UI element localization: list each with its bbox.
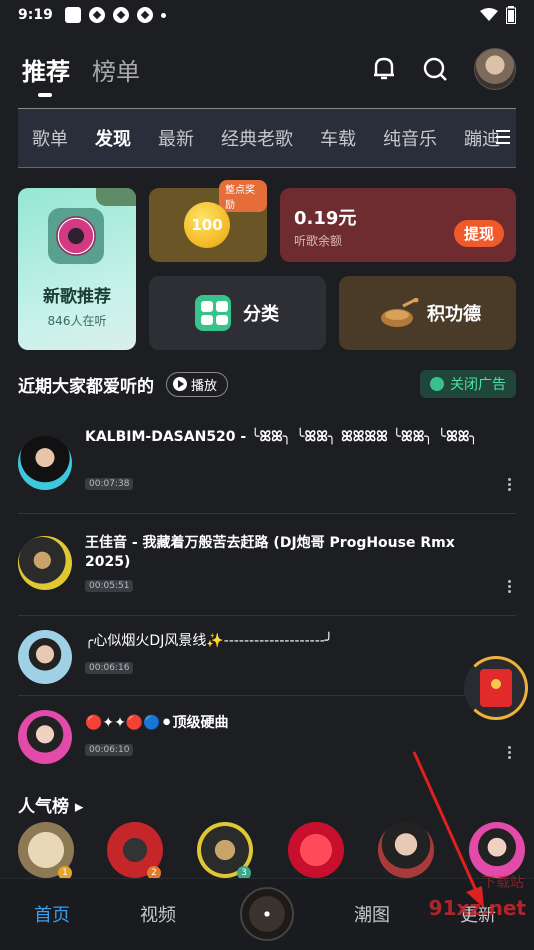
category-bar: 歌单 发现 最新 经典老歌 车载 纯音乐 蹦迪 (18, 108, 516, 168)
category-latest[interactable]: 最新 (158, 125, 194, 151)
now-playing-button[interactable] (240, 887, 294, 941)
chart-avatar[interactable] (288, 822, 344, 878)
app-notification-icon (88, 7, 105, 23)
balance-amount: 0.19元 (294, 208, 357, 229)
popular-chart-title[interactable]: 人气榜 ▸ (18, 792, 83, 817)
search-icon[interactable] (422, 56, 448, 82)
list-item[interactable]: 🔴✦✦🔴🔵⚫顶级硬曲 00:06:10 (18, 696, 516, 778)
merit-card[interactable]: 积功德 (339, 276, 516, 350)
withdraw-button[interactable]: 提现 (453, 220, 504, 247)
song-title: 王佳音 - 我藏着万般苦去赶路 (DJ炮哥 ProgHouse Rmx 2025… (85, 535, 455, 570)
category-playlist[interactable]: 歌单 (32, 125, 68, 151)
list-item[interactable]: KALBIM-DASAN520 - ╰ꕤꕤ╮ ╰ꕤꕤ╮ ꕤꕤꕤꕤ ╰ꕤꕤ╮ ╰ꕤ… (18, 412, 516, 514)
coin-reward-card[interactable]: 整点奖励 100 (149, 180, 267, 262)
popular-chart-row: 1 2 3 (18, 822, 534, 880)
reward-badge: 整点奖励 (219, 180, 267, 212)
new-songs-title: 新歌推荐 (43, 287, 111, 307)
nav-video[interactable]: 视频 (140, 901, 176, 927)
category-label: 分类 (243, 304, 279, 325)
more-notifications-icon (160, 12, 166, 18)
chart-avatar[interactable] (469, 822, 525, 878)
close-ad-button[interactable]: 关闭广告 (420, 370, 516, 398)
tab-recommend[interactable]: 推荐 (22, 52, 70, 97)
more-icon[interactable] (508, 478, 512, 493)
coin-value: 100 (191, 216, 223, 234)
category-discover[interactable]: 发现 (95, 125, 131, 151)
more-icon[interactable] (508, 746, 512, 761)
chart-avatar[interactable]: 1 (18, 822, 74, 880)
list-item[interactable]: ╭心似烟火DJ风景线✨--------------------╯ 00:06:1… (18, 616, 516, 696)
merit-label: 积功德 (427, 304, 481, 325)
record-icon (48, 208, 104, 264)
song-cover (18, 536, 72, 590)
song-title: KALBIM-DASAN520 - ╰ꕤꕤ╮ ╰ꕤꕤ╮ ꕤꕤꕤꕤ ╰ꕤꕤ╮ ╰ꕤ… (85, 429, 478, 445)
song-title: ╭心似烟火DJ风景线✨--------------------╯ (85, 633, 334, 649)
status-time: 9:19 (18, 7, 53, 23)
watermark: 91xz.net (428, 896, 526, 920)
song-list: KALBIM-DASAN520 - ╰ꕤꕤ╮ ╰ꕤꕤ╮ ꕤꕤꕤꕤ ╰ꕤꕤ╮ ╰ꕤ… (18, 412, 516, 778)
app-notification-icon (112, 7, 129, 23)
song-title: 🔴✦✦🔴🔵⚫顶级硬曲 (85, 715, 229, 731)
close-ad-label: 关闭广告 (450, 377, 506, 393)
category-classic[interactable]: 经典老歌 (221, 125, 293, 151)
bell-icon[interactable] (372, 56, 396, 82)
song-duration: 00:05:51 (85, 580, 134, 592)
menu-icon[interactable] (496, 130, 510, 148)
grid-icon (195, 295, 231, 331)
coin-icon: 100 (184, 202, 230, 248)
category-dance[interactable]: 蹦迪 (464, 125, 500, 151)
category-card[interactable]: 分类 (149, 276, 326, 350)
tab-charts[interactable]: 榜单 (92, 52, 140, 87)
nav-trend-images[interactable]: 潮图 (354, 901, 390, 927)
wooden-fish-icon (381, 298, 419, 327)
song-duration: 00:06:16 (85, 662, 134, 674)
balance-label: 听歌余额 (294, 234, 343, 248)
balance-card[interactable]: 0.19元 听歌余额 提现 (280, 188, 516, 262)
listener-count: 846人在听 (47, 314, 107, 328)
red-packet-button[interactable] (464, 656, 528, 720)
app-notification-icon (136, 7, 153, 23)
new-songs-card[interactable]: 新歌推荐 846人在听 (18, 188, 136, 350)
status-bar: 9:19 (0, 0, 534, 30)
chart-avatar[interactable]: 3 (197, 822, 253, 880)
chart-avatar[interactable] (378, 822, 434, 878)
list-item[interactable]: 王佳音 - 我藏着万般苦去赶路 (DJ炮哥 ProgHouse Rmx 2025… (18, 514, 516, 616)
red-envelope-icon (480, 669, 512, 707)
category-car[interactable]: 车载 (320, 125, 356, 151)
battery-icon (506, 6, 516, 24)
song-cover (18, 710, 72, 764)
play-all-button[interactable]: 播放 (166, 371, 229, 397)
card-corner-decoration (96, 188, 136, 206)
chart-avatar[interactable]: 2 (107, 822, 163, 880)
wifi-icon (480, 8, 498, 21)
play-label: 播放 (191, 378, 218, 394)
nav-home[interactable]: 首页 (34, 901, 70, 927)
top-nav: 推荐 榜单 (22, 42, 516, 97)
song-cover (18, 436, 72, 490)
song-duration: 00:07:38 (85, 478, 134, 490)
section-title: 近期大家都爱听的 (18, 376, 154, 397)
recent-favorites-header: 近期大家都爱听的 播放 关闭广告 (18, 370, 516, 398)
play-icon (173, 377, 187, 391)
category-instrumental[interactable]: 纯音乐 (383, 125, 437, 151)
notification-icon (64, 7, 81, 23)
more-icon[interactable] (508, 580, 512, 595)
user-avatar[interactable] (474, 48, 516, 90)
song-duration: 00:06:10 (85, 744, 134, 756)
watermark-sub: 下载站 (482, 875, 524, 891)
close-ad-icon (430, 377, 444, 391)
song-cover (18, 630, 72, 684)
